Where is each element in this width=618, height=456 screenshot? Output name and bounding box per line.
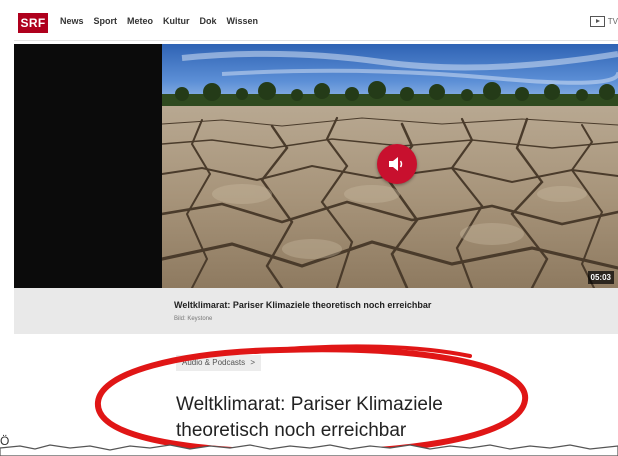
- nav-wissen[interactable]: Wissen: [227, 16, 258, 26]
- side-character: Ö: [0, 434, 10, 448]
- nav-sport[interactable]: Sport: [94, 16, 118, 26]
- article-headline: Weltklimarat: Pariser Klimaziele theoret…: [176, 392, 496, 444]
- duration-badge: 05:03: [587, 271, 614, 284]
- headline-line-2: theoretisch noch erreichbar: [176, 420, 407, 441]
- media-letterbox: [14, 44, 162, 288]
- media-panel: 05:03 Weltklimarat: Pariser Klimaziele t…: [14, 44, 618, 334]
- srf-logo[interactable]: SRF: [18, 13, 48, 33]
- chevron-right-icon: >: [250, 358, 256, 367]
- tv-play-icon: [589, 16, 605, 27]
- caption-title: Weltklimarat: Pariser Klimaziele theoret…: [174, 300, 432, 310]
- caption-credit: Bild: Keystone: [174, 316, 213, 322]
- category-label: Audio & Podcasts: [182, 358, 246, 367]
- nav-meteo[interactable]: Meteo: [127, 16, 153, 26]
- category-tag[interactable]: Audio & Podcasts >: [176, 355, 262, 371]
- nav-kultur[interactable]: Kultur: [163, 16, 190, 26]
- audio-play-button[interactable]: [377, 144, 417, 184]
- site-header: SRF News Sport Meteo Kultur Dok Wissen T…: [14, 6, 618, 41]
- media-caption: Weltklimarat: Pariser Klimaziele theoret…: [174, 300, 431, 322]
- tv-label: TV: [607, 17, 618, 26]
- nav-dok[interactable]: Dok: [200, 16, 217, 26]
- main-nav: News Sport Meteo Kultur Dok Wissen: [60, 16, 258, 26]
- media-image[interactable]: 05:03: [162, 44, 618, 288]
- headline-line-1: Weltklimarat: Pariser Klimaziele: [176, 394, 443, 415]
- speaker-icon: [389, 157, 403, 171]
- nav-news[interactable]: News: [60, 16, 84, 26]
- tv-link[interactable]: TV: [589, 16, 618, 27]
